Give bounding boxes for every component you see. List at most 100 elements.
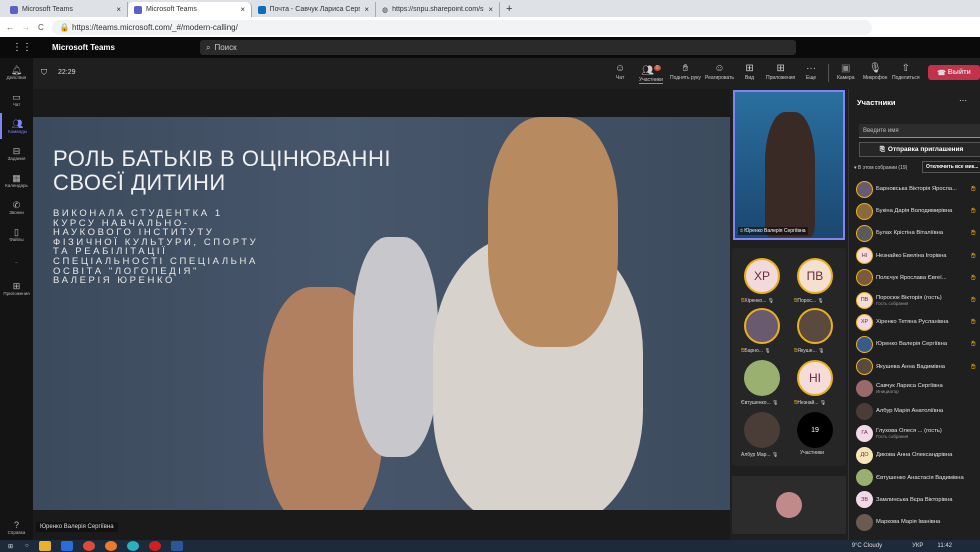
participant-name: Хіренко Тетяна Русланівна [876,319,949,326]
participant-row[interactable]: ПВ Поросюк Вікторія (гость) Гость собрания… [856,289,980,311]
participant-row[interactable]: ГА Глухова Олеся ... (гость) Гость собрани… [856,422,980,444]
rail-item-more[interactable]: ... [0,248,33,274]
more-icon[interactable]: ··· [959,96,967,105]
participant-search-input[interactable]: Введите имя [859,124,980,138]
forward-icon[interactable]: → [22,23,30,32]
participant-name-block: Поросюк Вікторія (гость) Гость собрания [876,295,968,306]
self-video-tile[interactable]: ✋︎ Юренко Валерія Сергіївна [733,90,845,240]
section-toggle[interactable]: ▾ В этом собрании (19) [854,165,907,171]
more-participants-button[interactable]: 19 [797,412,833,448]
close-icon[interactable]: × [488,5,493,14]
label: Микрофон [863,75,888,81]
video-tile[interactable] [732,476,846,534]
rail-item-calendar[interactable]: ▦ Календарь [0,167,33,193]
edge-icon[interactable] [126,541,139,551]
send-invite-button[interactable]: ⎘ Отправка приглашения [859,142,980,157]
bell-icon: 🔔︎ [10,64,23,75]
participant-avatar[interactable]: ХР [744,258,780,294]
participant-avatar[interactable]: НІ [797,360,833,396]
firefox-icon[interactable] [104,541,117,551]
word-icon[interactable] [170,541,183,551]
browser-tab[interactable]: ◍ https://snpu.sharepoint.com/sit × [376,2,500,17]
search-input[interactable]: ⌕ Поиск [200,40,796,55]
participant-name: Албур Марія Анатоліївна [876,408,944,414]
rail-item-chat[interactable]: ▭ Чат [0,86,33,112]
participant-avatar[interactable] [797,308,833,344]
new-tab-button[interactable]: + [506,3,512,15]
mic-button[interactable]: 🎙︎ Микрофон [863,62,887,81]
participant-row[interactable]: Букіна Дарія Володимирівна ✋︎ [856,200,980,222]
participant-row[interactable]: Савчук Лариса Сергіївна Инициатор [856,378,980,400]
participant-row[interactable]: ДО Дикова Анна Олександрівна [856,444,980,466]
chrome-icon[interactable] [82,541,95,551]
camera-button[interactable]: ▣ Камера [837,62,854,81]
participant-avatar[interactable] [744,308,780,344]
browser-tab[interactable]: Почта - Савчук Лариса Сергіє × [252,2,376,17]
clock[interactable]: 11:42 [937,543,952,549]
browser-tab[interactable]: Microsoft Teams × [128,2,252,17]
participant-tile-label: ✋︎Хіренко... 🎙︎ [741,298,791,305]
participants-badge: 9 [653,65,661,71]
app-launcher-icon[interactable]: ⋮⋮ [12,42,32,53]
close-icon[interactable]: × [364,5,369,14]
react-button[interactable]: ☺ Реагировать [705,62,734,81]
help-button[interactable]: ? Справка [0,514,33,540]
close-icon[interactable]: × [240,5,245,14]
rail-item-teams[interactable]: 👥︎ Команды [0,113,33,139]
apps-icon: ⊞ [12,280,21,291]
rail-item-files[interactable]: ▯ Файлы [0,221,33,247]
participant-row[interactable]: ХР Хіренко Тетяна Русланівна ✋︎ [856,311,980,333]
more-button[interactable]: ··· Еще [806,62,816,81]
hand-icon: ✋︎ [971,206,976,216]
participant-row[interactable]: Барновська Вікторія Яросла... ✋︎ [856,178,980,200]
participant-avatar[interactable]: ПВ [797,258,833,294]
participant-row[interactable]: Маркова Марія Іванівна [856,511,980,533]
participant-row[interactable]: Якушева Анна Вадимівна ✋︎ [856,356,980,378]
browser-tab[interactable]: Microsoft Teams × [4,2,128,17]
opera-icon[interactable] [148,541,161,551]
participant-row[interactable]: Булах Крістіна Віталіївна ✋︎ [856,222,980,244]
raise-hand-button[interactable]: ✋︎ Поднять руку [670,62,701,81]
search-icon[interactable]: ○ [25,543,29,549]
reload-icon[interactable]: C [38,23,44,32]
share-button[interactable]: ⇧ Поделиться [892,62,920,81]
close-icon[interactable]: × [116,5,121,14]
apps-button[interactable]: ⊞ Приложения [766,62,795,81]
explorer-icon[interactable] [38,541,51,551]
app-icon[interactable] [60,541,73,551]
participant-row[interactable]: Юренко Валерія Сергіївна ✋︎ [856,333,980,355]
language-indicator[interactable]: УКР [912,543,923,549]
rail-item-activity[interactable]: 🔔︎ Действия [0,59,33,85]
participant-avatar[interactable] [744,412,780,448]
chat-button[interactable]: ☺ Чат [615,62,625,81]
participant-avatar[interactable] [744,360,780,396]
participant-name: Булах Крістіна Віталіївна [876,230,944,237]
rail-item-assignments[interactable]: ⊟ Задания [0,140,33,166]
participants-button[interactable]: 👥︎ 9 Участники [639,62,663,85]
rail-item-calls[interactable]: ✆ Звонки [0,194,33,220]
name: Євтушенко... [741,400,771,406]
rail-item-apps[interactable]: ⊞ Приложения [0,275,33,301]
label: Участники [639,77,663,84]
participant-row[interactable]: ЗВ Замлинська Вєра Вікторівна [856,489,980,511]
hand-icon: ✋︎ [971,184,976,193]
participant-row[interactable]: Албур Марія Анатоліївна [856,400,980,422]
more-icon: ··· [806,63,817,74]
leave-button[interactable]: ☎ Выйти [928,65,980,80]
mute-all-button[interactable]: Отключить все мик... [922,161,980,173]
back-icon[interactable]: ← [6,23,14,32]
participant-row[interactable]: Полєчук Ярослава Євгеї... ✋︎ [856,267,980,289]
participant-tile-label: Албур Мар... 🎙︎ [741,452,791,458]
hand-icon: ✋︎ [971,317,976,327]
view-button[interactable]: ⊞ Вид [745,62,754,81]
url-field[interactable]: 🔒 https://teams.microsoft.com/_#/modern-… [51,19,872,35]
tab-label: Почта - Савчук Лариса Сергіє [269,6,361,13]
weather[interactable]: 9°C Cloudy [852,543,882,549]
name: Албур Мар... [741,452,771,458]
participant-row[interactable]: НІ Незнайко Евеліна Ігорівна ✋︎ [856,245,980,267]
label: Реагировать [705,75,735,81]
name: Незнай... [797,400,819,406]
windows-start-icon[interactable]: ⊞ [8,543,13,550]
hand-icon: ✋︎ [971,361,976,371]
participant-row[interactable]: Євтушенко Анастасія Вадимівна [856,467,980,489]
